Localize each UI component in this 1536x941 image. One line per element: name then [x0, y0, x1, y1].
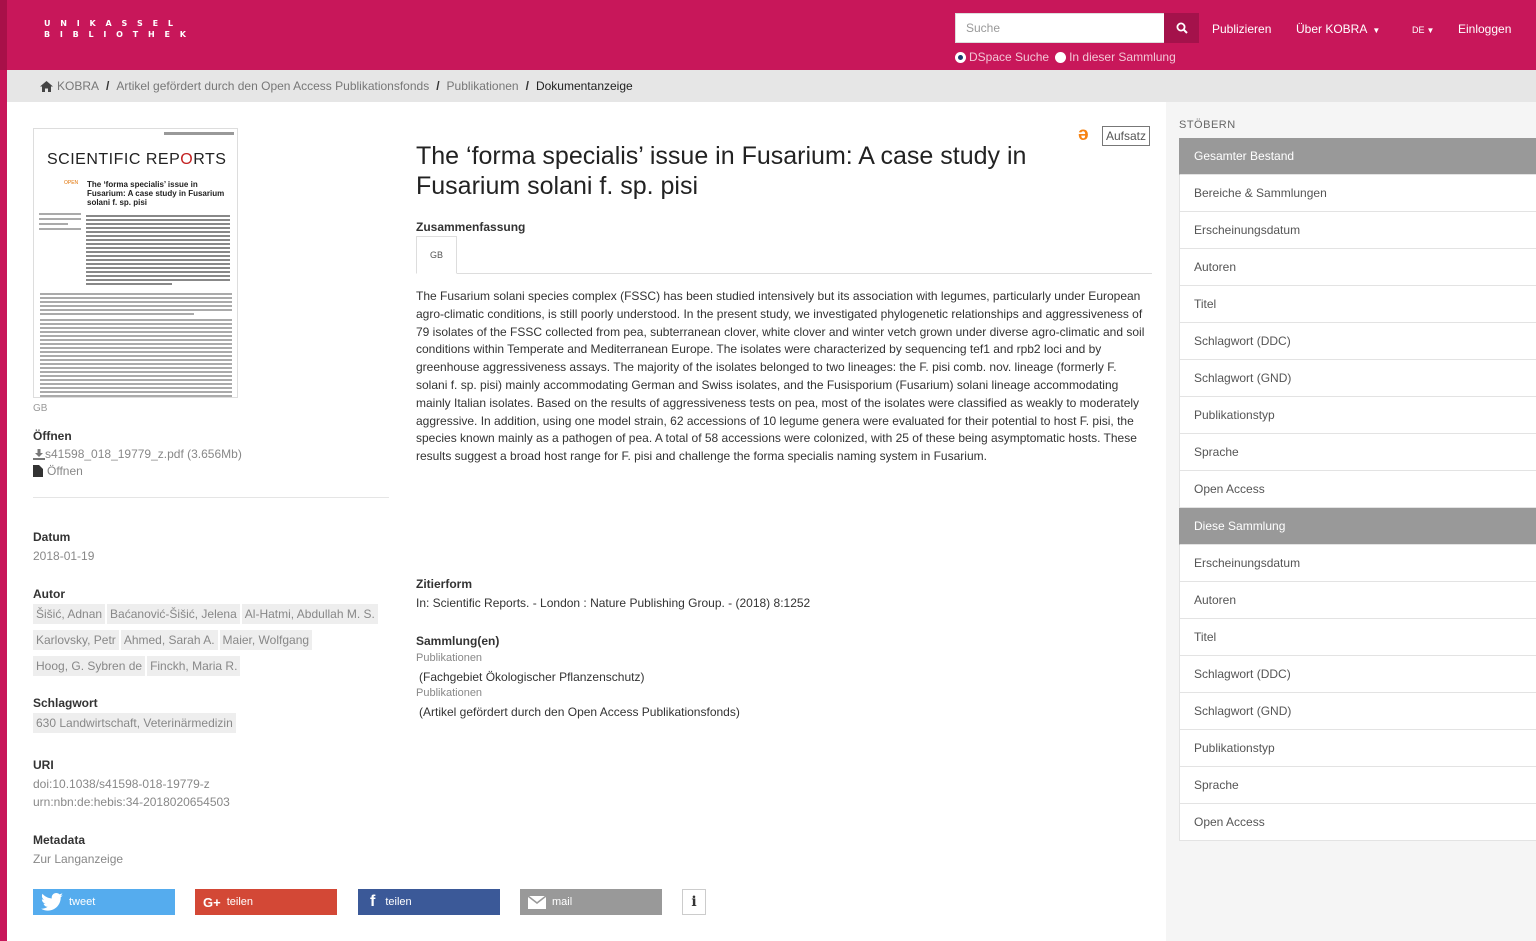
share-facebook-button[interactable]: f teilen [358, 889, 500, 915]
nav-publish[interactable]: Publizieren [1212, 22, 1271, 36]
sidebar-item[interactable]: Schlagwort (GND) [1179, 360, 1536, 397]
citation-heading: Zitierform [416, 577, 473, 591]
browse-sidebar: STÖBERN Gesamter Bestand Bereiche & Samm… [1166, 102, 1536, 941]
sidebar-item[interactable]: Publikationstyp [1179, 397, 1536, 434]
abstract-tabs: GB [416, 236, 1152, 274]
sidebar-item[interactable]: Erscheinungsdatum [1179, 212, 1536, 249]
author-tag[interactable]: Baćanović-Šišić, Jelena [107, 604, 240, 624]
author-tag[interactable]: Hoog, G. Sybren de [33, 656, 146, 676]
sidebar-item[interactable]: Erscheinungsdatum [1179, 545, 1536, 582]
nav-login[interactable]: Einloggen [1458, 22, 1511, 36]
search-input[interactable] [955, 13, 1165, 43]
breadcrumb-oa-fund[interactable]: Artikel gefördert durch den Open Access … [116, 79, 429, 93]
sidebar-item[interactable]: Open Access [1179, 471, 1536, 508]
google-plus-icon: G+ [203, 894, 221, 910]
sidebar-item[interactable]: Titel [1179, 286, 1536, 323]
abstract-text: The Fusarium solani species complex (FSS… [416, 289, 1145, 464]
author-tag[interactable]: Karlovsky, Petr [33, 630, 119, 650]
collection-detail: (Fachgebiet Ökologischer Pflanzenschutz) [419, 670, 645, 684]
author-tag[interactable]: Finckh, Maria R. [147, 656, 241, 676]
search-form [955, 13, 1199, 43]
open-file-link[interactable]: Öffnen [33, 464, 83, 478]
sidebar-heading: STÖBERN [1179, 119, 1236, 131]
facebook-icon: f [370, 893, 376, 910]
uri-heading: URI [33, 758, 54, 772]
file-download-link[interactable]: s41598_018_19779_z.pdf (3.656Mb) [33, 447, 242, 461]
sidebar-item[interactable]: Autoren [1179, 249, 1536, 286]
author-tag[interactable]: Maier, Wolfgang [219, 630, 313, 650]
site-logo[interactable]: U N I K A S S E L B I B L I O T H E K [44, 18, 189, 40]
share-gplus-button[interactable]: G+ teilen [195, 889, 337, 915]
twitter-icon [41, 893, 63, 911]
type-badge: Aufsatz [1102, 126, 1151, 146]
divider [33, 497, 389, 498]
thumbnail-caption: GB [33, 403, 48, 414]
search-scope: DSpace Suche In dieser Sammlung [955, 50, 1176, 64]
share-mail-button[interactable]: mail [520, 889, 662, 915]
uri-doi-link[interactable]: doi:10.1038/s41598-018-19779-z [33, 777, 210, 791]
radio-unchecked-icon[interactable] [1055, 51, 1067, 63]
home-icon[interactable] [40, 80, 53, 92]
thumbnail-title: The ‘forma specialis’ issue in Fusarium:… [87, 180, 225, 207]
keyword-heading: Schlagwort [33, 696, 98, 710]
radio-checked-icon[interactable] [955, 51, 966, 63]
date-heading: Datum [33, 530, 71, 544]
author-tag[interactable]: Al-Hatmi, Abdullah M. S. [241, 604, 378, 624]
sidebar-item[interactable]: Titel [1179, 619, 1536, 656]
thumbnail-brand: SCIENTIFIC REPORTS [47, 151, 227, 168]
sidebar-group-collection: Diese Sammlung [1179, 508, 1536, 545]
metadata-heading: Metadata [33, 833, 86, 847]
uri-urn-link[interactable]: urn:nbn:de:hebis:34-2018020654503 [33, 795, 230, 809]
tab-gb[interactable]: GB [416, 236, 457, 274]
sidebar-item[interactable]: Publikationstyp [1179, 730, 1536, 767]
breadcrumb: KOBRA / Artikel gefördert durch den Open… [7, 70, 1536, 102]
scope-dspace[interactable]: DSpace Suche [955, 50, 1049, 64]
keyword-tag[interactable]: 630 Landwirtschaft, Veterinärmedizin [33, 713, 236, 733]
breadcrumb-publications[interactable]: Publikationen [447, 79, 519, 93]
logo-line-1: U N I K A S S E L [44, 19, 177, 28]
page-title: The ‘forma specialis’ issue in Fusarium:… [416, 142, 1027, 200]
nav-language[interactable]: DE ▼ [1412, 25, 1434, 35]
collection-link[interactable]: Publikationen [416, 652, 482, 664]
download-icon [33, 448, 45, 460]
citation-text: In: Scientific Reports. - London : Natur… [416, 596, 811, 610]
thumbnail-open-label: OPEN [64, 180, 79, 186]
author-tag[interactable]: Ahmed, Sarah A. [120, 630, 218, 650]
collection-link[interactable]: Publikationen [416, 687, 482, 699]
caret-down-icon: ▼ [1426, 26, 1435, 35]
sidebar-item[interactable]: Autoren [1179, 582, 1536, 619]
collection-detail: (Artikel gefördert durch den Open Access… [419, 705, 740, 719]
sidebar-item[interactable]: Sprache [1179, 434, 1536, 471]
caret-down-icon: ▼ [1372, 26, 1381, 35]
sidebar-item[interactable]: Open Access [1179, 804, 1536, 841]
summary-heading: Zusammenfassung [416, 220, 526, 234]
author-tag[interactable]: Šišić, Adnan [33, 604, 106, 624]
collections-heading: Sammlung(en) [416, 634, 500, 648]
date-value: 2018-01-19 [33, 549, 95, 563]
file-icon [33, 465, 43, 477]
share-twitter-button[interactable]: tweet [33, 889, 175, 915]
breadcrumb-current: Dokumentanzeige [535, 79, 633, 93]
document-thumbnail[interactable]: SCIENTIFIC REPORTS OPEN The ‘forma speci… [33, 128, 238, 398]
breadcrumb-kobra[interactable]: KOBRA [57, 79, 99, 93]
author-list: Šišić, Adnan Baćanović-Šišić, Jelena Al-Ha… [33, 604, 383, 682]
info-icon[interactable]: i [682, 889, 706, 915]
logo-line-2: B I B L I O T H E K [44, 30, 190, 39]
sidebar-item[interactable]: Schlagwort (DDC) [1179, 656, 1536, 693]
sidebar-item[interactable]: Schlagwort (DDC) [1179, 323, 1536, 360]
sidebar-list: Gesamter Bestand Bereiche & Sammlungen E… [1179, 138, 1536, 841]
sidebar-item[interactable]: Schlagwort (GND) [1179, 693, 1536, 730]
open-heading: Öffnen [33, 429, 72, 443]
nav-about[interactable]: Über KOBRA ▼ [1296, 22, 1380, 36]
mail-icon [528, 895, 546, 909]
search-button[interactable] [1164, 13, 1199, 43]
search-icon [1176, 22, 1188, 34]
sidebar-item[interactable]: Sprache [1179, 767, 1536, 804]
sidebar-group-all: Gesamter Bestand [1179, 138, 1536, 175]
scope-collection[interactable]: In dieser Sammlung [1055, 50, 1176, 64]
full-record-link[interactable]: Zur Langanzeige [33, 852, 123, 866]
author-heading: Autor [33, 587, 65, 601]
sidebar-item[interactable]: Bereiche & Sammlungen [1179, 175, 1536, 212]
